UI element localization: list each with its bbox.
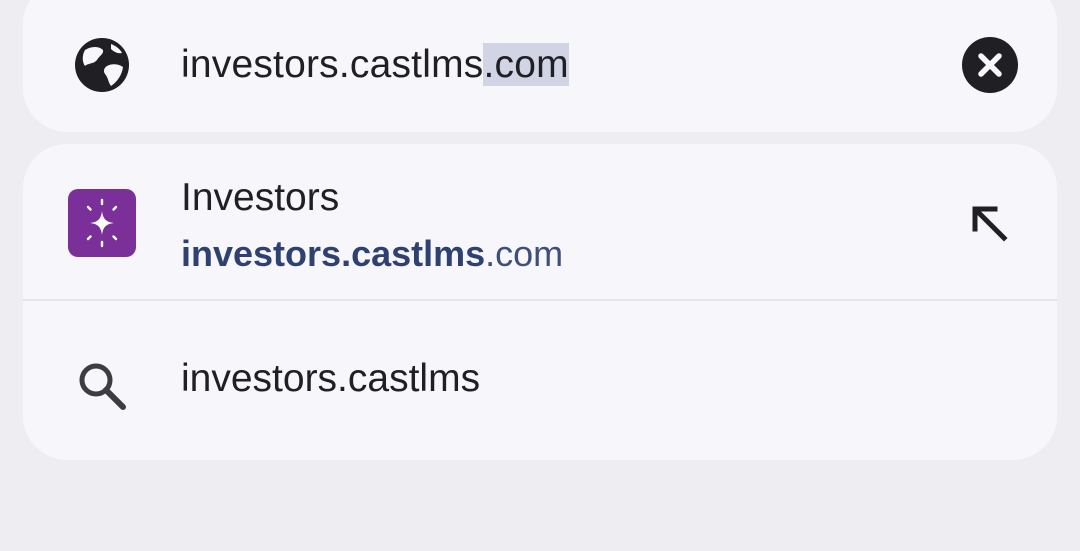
site-title: Investors [181,176,340,219]
site-url-match: investors.castlms [181,233,486,274]
url-autocomplete-selection: .com [483,43,569,86]
fill-arrow-icon[interactable] [968,202,1012,246]
globe-icon [75,38,129,92]
url-text: investors.castlms [181,43,484,86]
clear-icon[interactable] [961,36,1019,94]
search-icon [79,363,126,410]
site-url-rest: .com [485,233,564,274]
search-suggestion-text: investors.castlms [181,357,481,400]
site-url: investors.castlms.com [181,231,563,277]
suggestions-list: Investors investors.castlms.com investor… [23,144,1057,460]
sparkle-app-icon [68,189,136,257]
site-suggestion[interactable]: Investors investors.castlms.com [23,144,1057,299]
address-bar[interactable]: investors.castlms.com [23,0,1057,132]
url-input[interactable]: investors.castlms.com [181,34,569,96]
search-suggestion[interactable]: investors.castlms [23,301,1057,460]
